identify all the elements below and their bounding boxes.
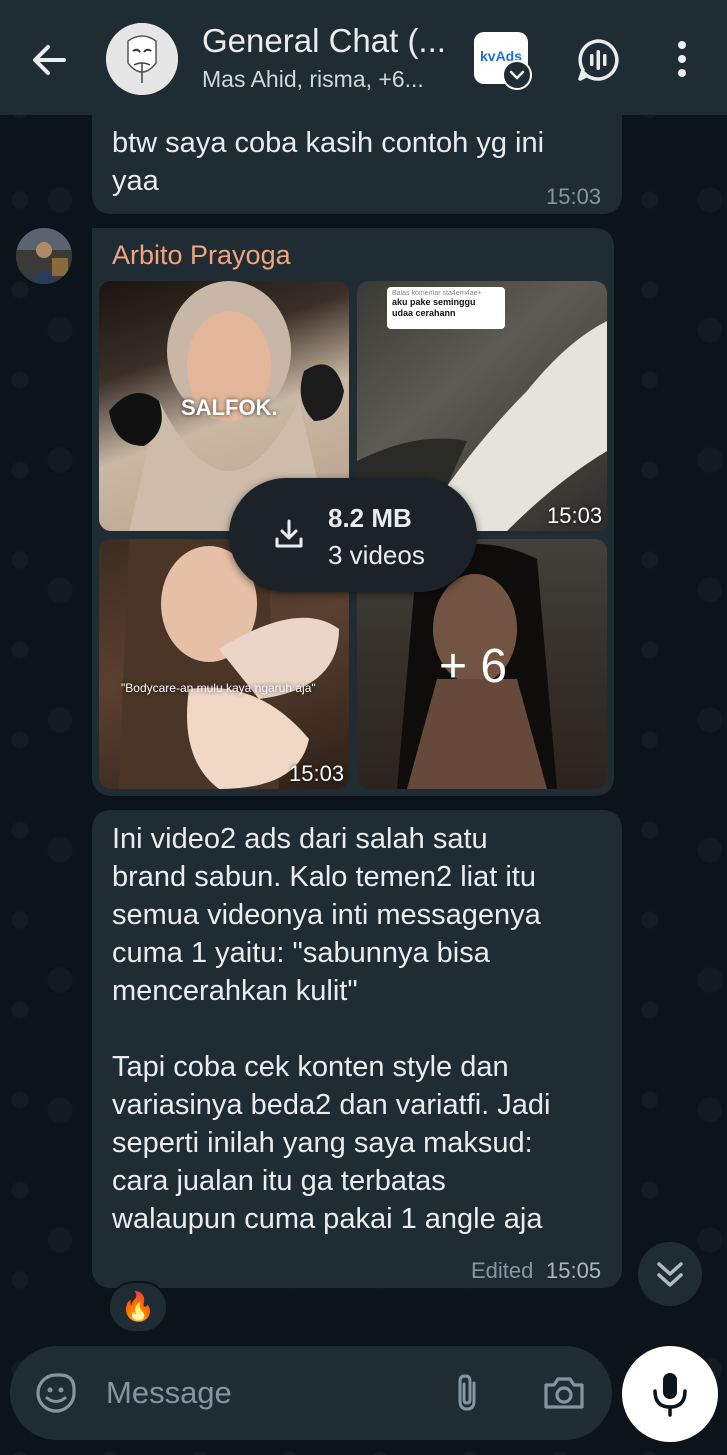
voice-chat-icon[interactable] <box>574 36 622 84</box>
chat-header: General Chat (... Mas Ahid, risma, +6...… <box>0 0 727 115</box>
more-media-count: + 6 <box>439 640 508 693</box>
sender-name[interactable]: Arbito Prayoga <box>112 240 291 271</box>
microphone-icon <box>653 1373 687 1417</box>
camera-icon[interactable] <box>542 1373 586 1413</box>
download-icon <box>271 516 307 552</box>
sticker-text: aku pake seminggu udaa cerahann <box>392 297 476 318</box>
sender-avatar[interactable] <box>16 228 72 284</box>
message-time: 15:03 <box>546 184 602 209</box>
message-composer: Message <box>10 1346 612 1440</box>
comment-reply-sticker: Balas komentar sta4erri4ae+ aku pake sem… <box>387 287 505 329</box>
chat-participants[interactable]: Mas Ahid, risma, +6... <box>202 66 452 93</box>
video-count: 3 videos <box>328 540 425 570</box>
back-arrow-icon[interactable] <box>22 34 74 86</box>
attach-icon[interactable] <box>450 1371 486 1415</box>
chevron-down-icon <box>502 60 532 90</box>
group-avatar[interactable] <box>106 23 178 95</box>
video-caption: SALFOK. <box>181 395 278 420</box>
edited-label: Edited <box>471 1258 534 1283</box>
sticker-header: Balas komentar sta4erri4ae+ <box>392 290 482 297</box>
download-media-button[interactable]: 8.2 MB 3 videos <box>229 478 477 592</box>
message-time: 15:05 <box>546 1258 602 1283</box>
message-bubble[interactable]: Ini video2 ads dari salah satu brand sab… <box>92 810 622 1288</box>
kvads-app-button[interactable]: kvAds <box>474 32 532 90</box>
message-text: Ini video2 ads dari salah satu brand sab… <box>112 823 551 1235</box>
scroll-to-bottom-button[interactable] <box>638 1242 702 1306</box>
double-chevron-down-icon <box>657 1262 683 1287</box>
message-input[interactable]: Message <box>106 1375 232 1411</box>
album-time: 15:03 <box>547 503 603 528</box>
video-caption: "Bodycare-an mulu kaya ngaruh aja" <box>121 681 316 695</box>
voice-record-button[interactable] <box>622 1346 718 1442</box>
album-time: 15:03 <box>289 761 345 786</box>
message-text: btw saya coba kasih contoh yg ini yaa <box>112 127 545 197</box>
download-size: 8.2 MB <box>328 503 412 533</box>
chat-title[interactable]: General Chat (... <box>202 22 452 60</box>
more-options-icon[interactable] <box>664 36 700 84</box>
message-bubble[interactable]: btw saya coba kasih contoh yg ini yaa 15… <box>92 108 622 214</box>
sticker-icon[interactable] <box>34 1371 78 1415</box>
fire-reaction[interactable]: 🔥 <box>108 1281 168 1333</box>
